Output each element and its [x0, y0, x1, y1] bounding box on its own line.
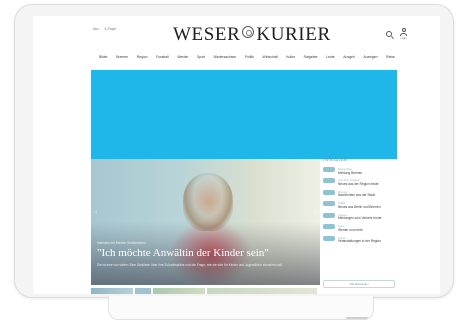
nav-item[interactable]: Wirtschaft — [263, 55, 278, 59]
tablet-screen: Abo E-Paper WESER KURIER Login Bilder Bre… — [33, 16, 440, 294]
teaser-thumbnail[interactable] — [153, 288, 205, 294]
nav-item[interactable]: Bilder — [99, 55, 108, 59]
ticker-item[interactable]: Verkehr Meldungen zum Verkehr heute — [323, 212, 395, 221]
nav-item[interactable]: Reise — [386, 55, 395, 59]
nav-item[interactable]: Niedersachsen — [214, 55, 237, 59]
ticker-more-button[interactable]: Alle Meldungen — [323, 280, 395, 288]
newsticker-title: Newsticker — [323, 157, 349, 163]
ticker-headline: Neues aus der Region heute — [338, 181, 379, 186]
teaser-thumbnail[interactable] — [207, 288, 317, 294]
nav-item[interactable]: Werder — [177, 55, 188, 59]
top-link-abo[interactable]: Abo — [93, 27, 99, 31]
hero-teaser[interactable]: ‹ › Interview mit Bremer Schülerinnen "I… — [91, 159, 320, 285]
nav-item[interactable]: Fussball — [156, 55, 169, 59]
teaser-thumbnail[interactable] — [135, 288, 151, 294]
header-icons: Login — [386, 28, 407, 40]
hero-teaser-text: Sie ist eine von vielen: Eine Schülerin … — [97, 263, 283, 267]
ticker-item[interactable]: Regionales Meldung Bremen — [323, 167, 395, 175]
ticker-headline: Neues aus Berlin und Bremen — [338, 204, 381, 209]
nav-item[interactable]: Anzeigen — [363, 55, 377, 59]
tablet-stand — [108, 296, 374, 320]
nav-item[interactable]: Sport — [197, 55, 205, 59]
ticker-time — [323, 178, 335, 184]
ticker-time — [323, 189, 335, 195]
ticker-item[interactable]: Politik Neues aus Berlin und Bremen — [323, 201, 395, 209]
logo-text-left: WESER — [173, 24, 241, 45]
ticker-headline: Veranstaltungen in der Region — [338, 239, 381, 244]
ticker-time — [323, 167, 335, 172]
logo-text-right: KURIER — [256, 24, 331, 45]
chevron-left-icon[interactable]: ‹ — [95, 209, 97, 216]
stand-notch — [346, 317, 368, 319]
nav-item[interactable]: Leute — [326, 55, 335, 59]
ticker-item[interactable]: Aus dem Umland Neues aus der Region heute — [323, 178, 395, 186]
ticker-headline: Meldung Bremen — [338, 170, 363, 175]
site-logo[interactable]: WESER KURIER — [173, 24, 330, 46]
ticker-headline: Werder und mehr — [338, 227, 363, 232]
top-link-epaper[interactable]: E-Paper — [105, 27, 117, 31]
account-label: Login — [400, 37, 407, 40]
ticker-item[interactable]: Kultur Veranstaltungen in der Region — [323, 235, 395, 244]
nav-item[interactable]: Ratgeber — [304, 55, 318, 59]
ticker-headline: Nachrichten aus der Stadt — [338, 193, 375, 198]
hero-kicker: Interview mit Bremer Schülerinnen — [97, 241, 146, 245]
hero-title[interactable]: "Ich möchte Anwältin der Kinder sein" — [97, 247, 269, 259]
search-icon[interactable] — [386, 31, 392, 37]
main-nav: Bilder Bremen Region Fussball Werder Spo… — [99, 55, 395, 59]
ticker-item[interactable]: Bremen Nachrichten aus der Stadt — [323, 189, 395, 198]
ticker-time — [323, 212, 335, 218]
account-button[interactable]: Login — [400, 28, 407, 40]
ticker-time — [323, 201, 335, 207]
ticker-time — [323, 224, 335, 230]
logo-seal-icon — [242, 26, 255, 38]
top-links: Abo E-Paper — [93, 27, 116, 31]
user-icon — [401, 28, 406, 32]
nav-item[interactable]: Region — [137, 55, 148, 59]
newsticker: Newsticker Regionales Meldung Bremen Aus … — [323, 157, 395, 288]
ticker-time — [323, 235, 335, 241]
nav-item[interactable]: Bremen — [116, 55, 128, 59]
ad-banner[interactable] — [91, 70, 397, 159]
ticker-item[interactable]: Sport Werder und mehr — [323, 224, 395, 232]
user-icon-body — [400, 33, 407, 36]
chevron-right-icon[interactable]: › — [314, 209, 316, 216]
ticker-headline: Meldungen zum Verkehr heute — [338, 216, 382, 221]
nav-item[interactable]: Politik — [245, 55, 254, 59]
site-header: Abo E-Paper WESER KURIER Login Bilder Bre… — [33, 16, 440, 64]
teaser-thumbnail[interactable] — [91, 288, 133, 294]
nav-item[interactable]: Ausgeh — [343, 55, 355, 59]
nav-item[interactable]: Kultur — [286, 55, 295, 59]
